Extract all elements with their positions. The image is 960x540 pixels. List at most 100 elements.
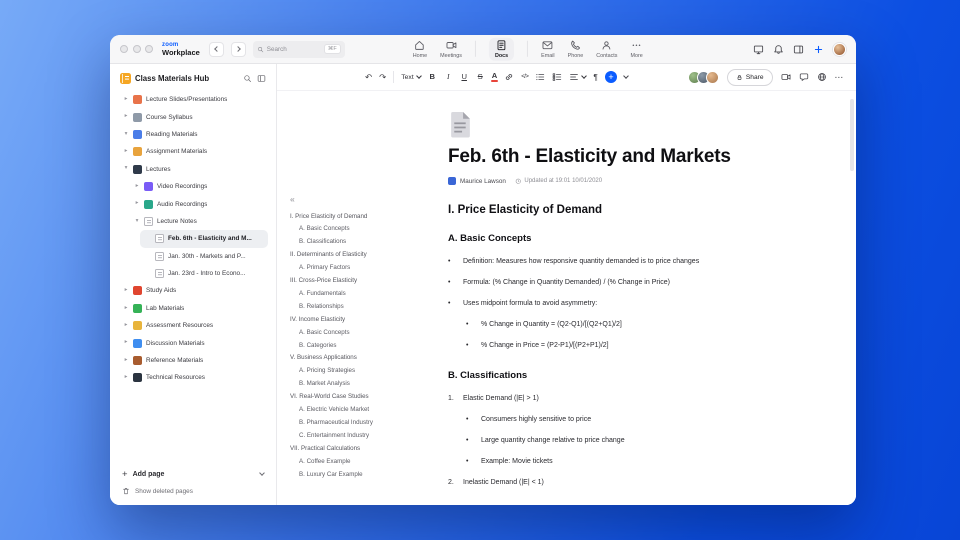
sidebar-item-audio-recordings[interactable]: ▸ Audio Recordings	[129, 195, 268, 212]
collaborator-avatar[interactable]	[705, 70, 719, 84]
toc-item[interactable]: C. Entertainment Industry	[290, 430, 442, 443]
back-button[interactable]	[208, 41, 224, 57]
toc-item[interactable]: A. Electric Vehicle Market	[290, 404, 442, 417]
toc-item[interactable]: V. Business Applications	[290, 352, 442, 365]
more-options-icon[interactable]: ⋯	[835, 73, 844, 82]
sidebar-item-discussion-materials[interactable]: ▸ Discussion Materials	[118, 334, 268, 351]
chevron-down-icon[interactable]	[623, 73, 629, 79]
italic-button[interactable]: I	[444, 73, 453, 81]
bold-button[interactable]: B	[428, 73, 437, 81]
collapse-sidebar-icon[interactable]	[257, 74, 266, 83]
toc-item[interactable]: A. Coffee Example	[290, 456, 442, 469]
toc-item[interactable]: A. Fundamentals	[290, 288, 442, 301]
tab-docs[interactable]: Docs	[488, 37, 515, 61]
toc-item[interactable]: A. Primary Factors	[290, 262, 442, 275]
undo-icon[interactable]: ↶	[365, 73, 372, 82]
new-plus-icon[interactable]	[813, 44, 824, 55]
toc-item[interactable]: A. Basic Concepts	[290, 223, 442, 236]
document-title[interactable]: Feb. 6th - Elasticity and Markets	[448, 146, 833, 168]
code-icon[interactable]: </>	[521, 74, 529, 80]
tab-contacts[interactable]: Contacts	[596, 40, 618, 58]
tab-meetings[interactable]: Meetings	[440, 40, 462, 58]
tab-home[interactable]: Home	[413, 40, 427, 58]
zoom-window-button[interactable]	[145, 45, 153, 53]
chevron-icon[interactable]: ▸	[134, 201, 140, 207]
toc-item[interactable]: II. Determinants of Elasticity	[290, 249, 442, 262]
toc-item[interactable]: III. Cross-Price Elasticity	[290, 275, 442, 288]
sidebar-item-assessment-resources[interactable]: ▸ Assessment Resources	[118, 317, 268, 334]
toc-item[interactable]: VII. Practical Calculations	[290, 443, 442, 456]
show-deleted-pages-button[interactable]: Show deleted pages	[122, 487, 264, 495]
minimize-window-button[interactable]	[132, 45, 141, 53]
toc-item[interactable]: B. Luxury Car Example	[290, 469, 442, 482]
sidebar-item-feb-6-note[interactable]: Feb. 6th - Elasticity and M...	[140, 230, 268, 248]
tab-more[interactable]: More	[631, 40, 643, 58]
underline-button[interactable]: U	[460, 73, 469, 81]
chevron-icon[interactable]: ▸	[123, 357, 129, 364]
chevron-icon[interactable]: ▸	[123, 148, 129, 155]
toc-item[interactable]: A. Pricing Strategies	[290, 365, 442, 378]
toc-item[interactable]: B. Pharmaceutical Industry	[290, 417, 442, 430]
toc-item[interactable]: B. Market Analysis	[290, 378, 442, 391]
text-style-dropdown[interactable]: Text	[401, 73, 422, 81]
paragraph-mark-icon[interactable]: ¶	[593, 73, 598, 82]
checklist-icon[interactable]	[552, 72, 562, 82]
sidebar-item-lecture-slides[interactable]: ▸ Lecture Slides/Presentations	[118, 91, 268, 108]
chevron-icon[interactable]: ▸	[123, 96, 129, 103]
monitor-icon[interactable]	[753, 44, 764, 55]
sidebar-item-jan-23-note[interactable]: Jan. 23rd - Intro to Econo...	[140, 265, 268, 282]
chevron-icon[interactable]: ▸	[134, 183, 140, 190]
sidebar-item-study-aids[interactable]: ▸ Study Aids	[118, 282, 268, 299]
user-avatar[interactable]	[833, 42, 846, 56]
toc-item[interactable]: I. Price Elasticity of Demand	[290, 211, 442, 224]
strikethrough-button[interactable]: S	[476, 73, 485, 81]
sidebar-item-assignment-materials[interactable]: ▸ Assignment Materials	[118, 143, 268, 160]
side-panel-icon[interactable]	[793, 44, 804, 55]
chevron-icon[interactable]: ▸	[123, 340, 129, 346]
chevron-icon[interactable]: ▾	[123, 131, 129, 138]
sidebar-item-jan-30-note[interactable]: Jan. 30th - Markets and P...	[140, 248, 268, 265]
sidebar-item-reference-materials[interactable]: ▸ Reference Materials	[118, 352, 268, 369]
chevron-icon[interactable]: ▸	[123, 288, 129, 294]
toc-item[interactable]: A. Basic Concepts	[290, 327, 442, 340]
comments-icon[interactable]	[799, 72, 809, 82]
chevron-down-icon[interactable]	[259, 470, 265, 477]
chevron-icon[interactable]: ▾	[123, 166, 129, 172]
toc-item[interactable]: IV. Income Elasticity	[290, 314, 442, 327]
sidebar-item-technical-resources[interactable]: ▸ Technical Resources	[118, 369, 268, 386]
text-color-button[interactable]: A	[491, 72, 499, 82]
add-page-button[interactable]: + Add page	[122, 469, 265, 480]
chevron-icon[interactable]: ▸	[123, 305, 129, 312]
toc-item[interactable]: B. Classifications	[290, 236, 442, 249]
collaborator-avatars[interactable]	[687, 70, 719, 84]
share-button[interactable]: Share	[726, 68, 773, 86]
insert-block-button[interactable]: +	[604, 71, 617, 83]
tab-phone[interactable]: Phone	[568, 40, 583, 58]
sidebar-item-course-syllabus[interactable]: ▸ Course Syllabus	[118, 108, 268, 125]
language-globe-icon[interactable]	[817, 72, 827, 82]
align-dropdown[interactable]	[569, 72, 588, 82]
redo-icon[interactable]: ↷	[379, 73, 386, 82]
toc-item[interactable]: VI. Real-World Case Studies	[290, 391, 442, 404]
sidebar-item-reading-materials[interactable]: ▾ Reading Materials	[118, 126, 268, 143]
global-search-input[interactable]: Search ⌘F	[252, 40, 345, 58]
sidebar-search-icon[interactable]	[243, 74, 252, 83]
vertical-scrollbar[interactable]	[850, 99, 854, 171]
chevron-icon[interactable]: ▸	[123, 375, 129, 381]
close-window-button[interactable]	[120, 45, 128, 53]
notifications-bell-icon[interactable]	[773, 44, 784, 55]
chevron-icon[interactable]: ▸	[123, 322, 129, 329]
sidebar-item-lecture-notes[interactable]: ▾ Lecture Notes	[129, 213, 268, 230]
document-canvas[interactable]: « I. Price Elasticity of Demand A. Basic…	[277, 91, 856, 505]
toc-item[interactable]: B. Relationships	[290, 301, 442, 314]
forward-button[interactable]	[230, 41, 246, 57]
start-video-icon[interactable]	[781, 72, 791, 82]
sidebar-item-lectures[interactable]: ▾ Lectures	[118, 161, 268, 178]
sidebar-item-lab-materials[interactable]: ▸ Lab Materials	[118, 300, 268, 317]
collapse-outline-icon[interactable]: «	[290, 195, 442, 204]
bullet-list-icon[interactable]	[535, 72, 545, 82]
chevron-icon[interactable]: ▸	[123, 114, 129, 120]
tab-email[interactable]: Email	[541, 40, 555, 58]
sidebar-item-video-recordings[interactable]: ▸ Video Recordings	[129, 178, 268, 195]
chevron-icon[interactable]: ▾	[134, 218, 140, 225]
